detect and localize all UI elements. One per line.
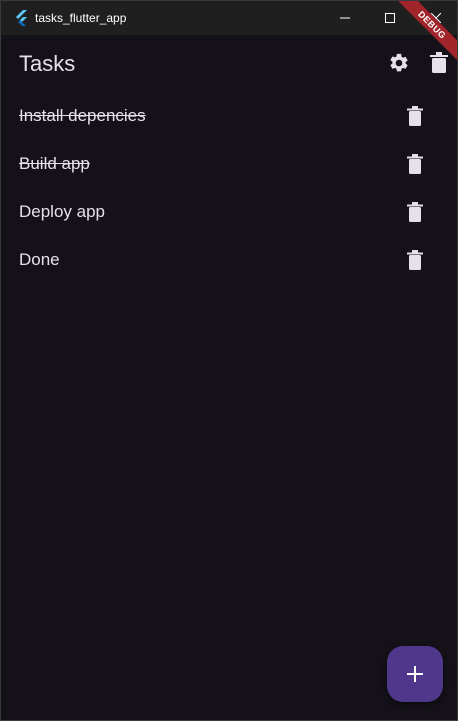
task-list: Install depencies Build app Deploy app D… bbox=[1, 93, 457, 285]
delete-task-button[interactable] bbox=[404, 200, 426, 224]
window-title: tasks_flutter_app bbox=[35, 11, 127, 25]
list-item[interactable]: Done bbox=[1, 237, 457, 285]
maximize-button[interactable] bbox=[367, 1, 413, 35]
list-item[interactable]: Build app bbox=[1, 141, 457, 189]
close-icon bbox=[431, 13, 441, 23]
task-label[interactable]: Done bbox=[19, 250, 60, 270]
maximize-icon bbox=[385, 13, 395, 23]
trash-icon bbox=[407, 250, 423, 270]
task-label[interactable]: Install depencies bbox=[19, 106, 146, 126]
trash-icon bbox=[407, 154, 423, 174]
list-item[interactable]: Deploy app bbox=[1, 189, 457, 237]
page-title: Tasks bbox=[19, 51, 76, 76]
delete-task-button[interactable] bbox=[404, 248, 426, 272]
delete-task-button[interactable] bbox=[404, 152, 426, 176]
trash-icon bbox=[407, 106, 423, 126]
plus-icon bbox=[407, 666, 423, 682]
minimize-icon bbox=[340, 17, 350, 19]
task-label[interactable]: Deploy app bbox=[19, 202, 105, 222]
flutter-logo-icon bbox=[13, 10, 29, 26]
window-titlebar[interactable]: tasks_flutter_app bbox=[1, 1, 457, 35]
task-label[interactable]: Build app bbox=[19, 154, 90, 174]
add-task-button[interactable] bbox=[387, 646, 443, 702]
minimize-button[interactable] bbox=[322, 1, 368, 35]
app-window: tasks_flutter_app Tasks DEBUG Install de… bbox=[0, 0, 458, 721]
app-bar: Tasks bbox=[1, 35, 457, 93]
gear-icon bbox=[390, 53, 408, 72]
list-item[interactable]: Install depencies bbox=[1, 93, 457, 141]
close-window-button[interactable] bbox=[413, 1, 457, 35]
delete-task-button[interactable] bbox=[404, 104, 426, 128]
trash-icon bbox=[430, 52, 448, 73]
trash-icon bbox=[407, 202, 423, 222]
delete-all-button[interactable] bbox=[429, 51, 449, 75]
settings-button[interactable] bbox=[386, 50, 412, 76]
